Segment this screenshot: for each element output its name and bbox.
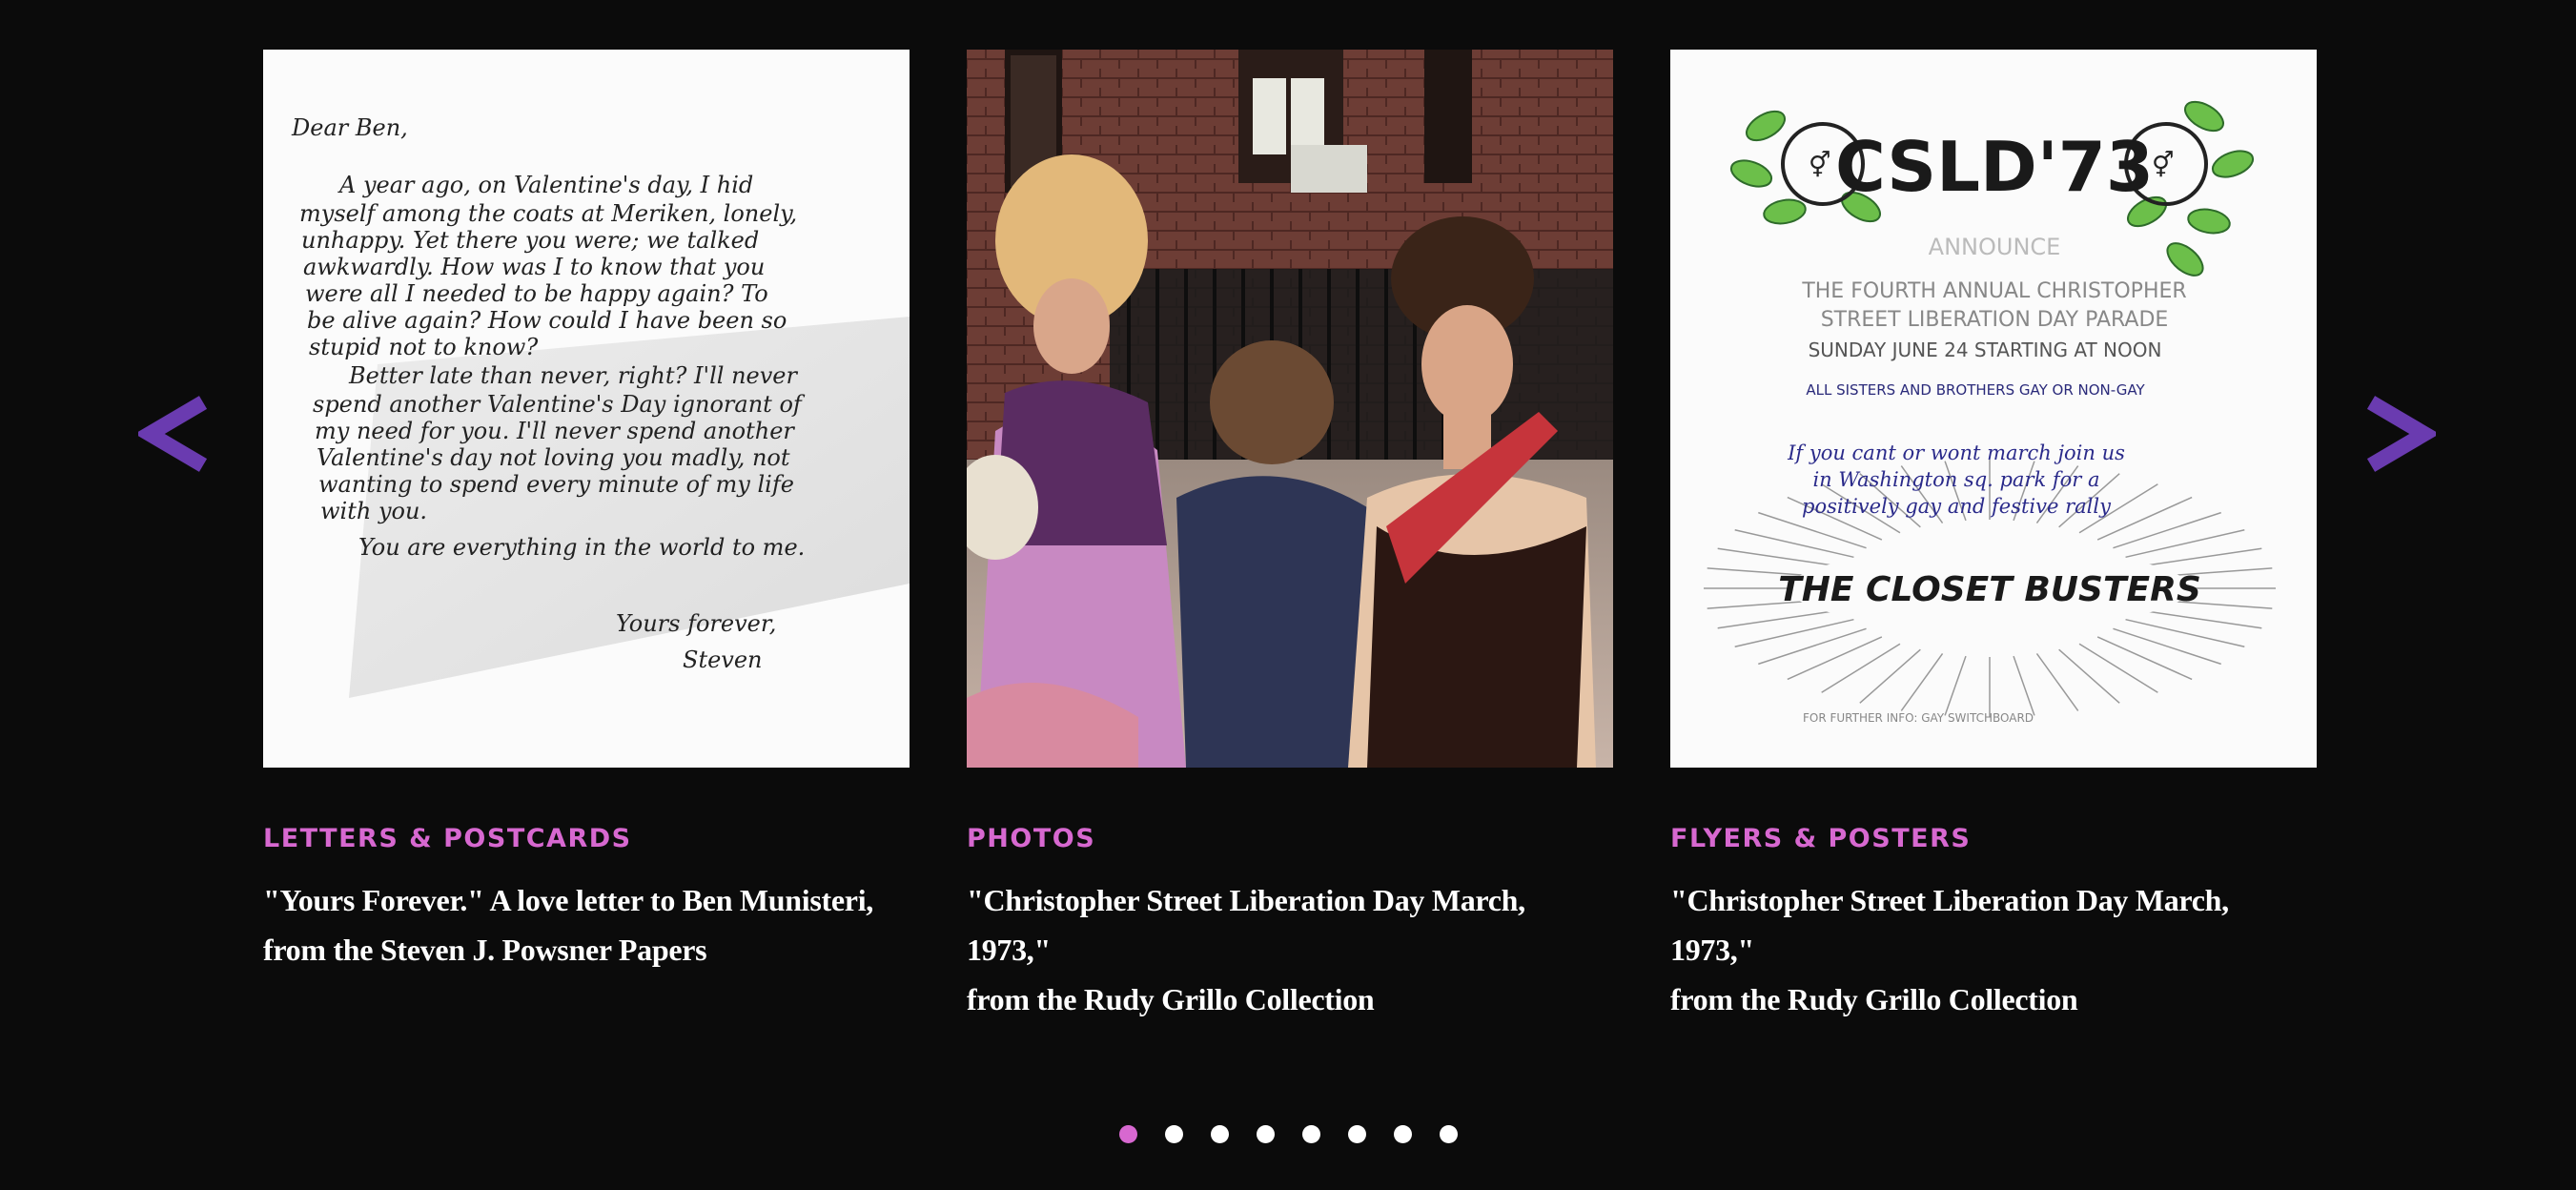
card-category: PHOTOS	[967, 824, 1096, 853]
caption-line: from the Rudy Grillo Collection	[967, 982, 1375, 1016]
flyer-image[interactable]: ⚥ ⚥ CSLD'73 ANNOUNCE THE FOURTH ANNUAL CH…	[1670, 50, 2317, 768]
letter-line: Yours forever,	[616, 610, 776, 637]
march-photo-illustration	[967, 50, 1613, 768]
flyer-line: in Washington sq. park for a	[1812, 468, 2099, 491]
card-category: LETTERS & POSTCARDS	[263, 824, 632, 853]
flyer-line: THE FOURTH ANNUAL CHRISTOPHER	[1801, 279, 2186, 303]
caption-line: from the Rudy Grillo Collection	[1670, 982, 2078, 1016]
letter-line: awkwardly. How was I to know that you	[303, 254, 765, 280]
letter-line: Valentine's day not loving you madly, no…	[317, 444, 790, 471]
card-caption[interactable]: "Christopher Street Liberation Day March…	[1670, 875, 2317, 1024]
pagination-dot-6[interactable]	[1348, 1125, 1366, 1143]
letter-line: A year ago, on Valentine's day, I hid	[337, 172, 753, 198]
march-photo-image[interactable]	[967, 50, 1613, 768]
chevron-left-icon	[134, 396, 208, 472]
caption-line: from the Steven J. Powsner Papers	[263, 933, 707, 967]
pagination-dot-3[interactable]	[1211, 1125, 1229, 1143]
flyer-title: CSLD'73	[1835, 127, 2154, 207]
card-caption[interactable]: "Yours Forever." A love letter to Ben Mu…	[263, 875, 910, 975]
carousel-card[interactable]: ⚥ ⚥ CSLD'73 ANNOUNCE THE FOURTH ANNUAL CH…	[1670, 50, 2317, 1024]
caption-line: "Yours Forever." A love letter to Ben Mu…	[263, 883, 873, 917]
letter-line: spend another Valentine's Day ignorant o…	[313, 391, 806, 418]
letter-line: Steven	[683, 646, 763, 673]
letter-line: unhappy. Yet there you were; we talked	[301, 227, 759, 254]
letter-line: were all I needed to be happy again? To	[305, 280, 768, 307]
letter-line: wanting to spend every minute of my life	[318, 471, 794, 498]
flyer-line: SUNDAY JUNE 24 STARTING AT NOON	[1809, 339, 2162, 361]
carousel-card[interactable]: Dear Ben, A year ago, on Valentine's day,…	[263, 50, 910, 975]
flyer-line: THE CLOSET BUSTERS	[1778, 570, 2201, 609]
letter-line: stupid not to know?	[309, 334, 538, 360]
chevron-right-icon	[2366, 396, 2440, 472]
svg-text:⚥: ⚥	[1809, 151, 1830, 180]
flyer-line: STREET LIBERATION DAY PARADE	[1821, 308, 2169, 332]
pagination-dot-5[interactable]	[1302, 1125, 1320, 1143]
carousel-next-button[interactable]	[2360, 391, 2440, 477]
flyer-line: ALL SISTERS AND BROTHERS GAY OR NON-GAY	[1806, 381, 2145, 399]
pagination-dot-7[interactable]	[1394, 1125, 1412, 1143]
card-category: FLYERS & POSTERS	[1670, 824, 1972, 853]
flyer-line: ANNOUNCE	[1929, 234, 2061, 260]
caption-line: "Christopher Street Liberation Day March…	[967, 883, 1525, 967]
letter-line: Better late than never, right? I'll neve…	[348, 362, 798, 389]
handwritten-letter-illustration: Dear Ben, A year ago, on Valentine's day,…	[263, 50, 910, 768]
flyer-line: FOR FURTHER INFO: GAY SWITCHBOARD	[1803, 711, 2034, 725]
letter-line: be alive again? How could I have been so	[307, 307, 787, 334]
pagination-dot-4[interactable]	[1257, 1125, 1275, 1143]
letter-line: myself among the coats at Meriken, lonel…	[299, 200, 797, 227]
letter-image[interactable]: Dear Ben, A year ago, on Valentine's day,…	[263, 50, 910, 768]
letter-line: Dear Ben,	[291, 114, 408, 141]
flyer-illustration: ⚥ ⚥ CSLD'73 ANNOUNCE THE FOURTH ANNUAL CH…	[1670, 50, 2317, 768]
flyer-line: positively gay and festive rally	[1802, 495, 2112, 518]
svg-text:⚥: ⚥	[2152, 151, 2174, 180]
card-caption[interactable]: "Christopher Street Liberation Day March…	[967, 875, 1613, 1024]
carousel-card[interactable]: PHOTOS "Christopher Street Liberation Da…	[967, 50, 1613, 1024]
pagination-dot-1[interactable]	[1119, 1125, 1137, 1143]
flyer-line: If you cant or wont march join us	[1787, 441, 2125, 464]
carousel-prev-button[interactable]	[134, 391, 215, 477]
carousel: Dear Ben, A year ago, on Valentine's day,…	[0, 0, 2576, 1190]
caption-line: "Christopher Street Liberation Day March…	[1670, 883, 2229, 967]
letter-line: with you.	[320, 498, 427, 524]
letter-line: my need for you. I'll never spend anothe…	[315, 418, 795, 444]
pagination-dot-8[interactable]	[1440, 1125, 1458, 1143]
carousel-pagination	[1119, 1125, 1485, 1143]
pagination-dot-2[interactable]	[1165, 1125, 1183, 1143]
letter-line: You are everything in the world to me.	[358, 534, 805, 561]
